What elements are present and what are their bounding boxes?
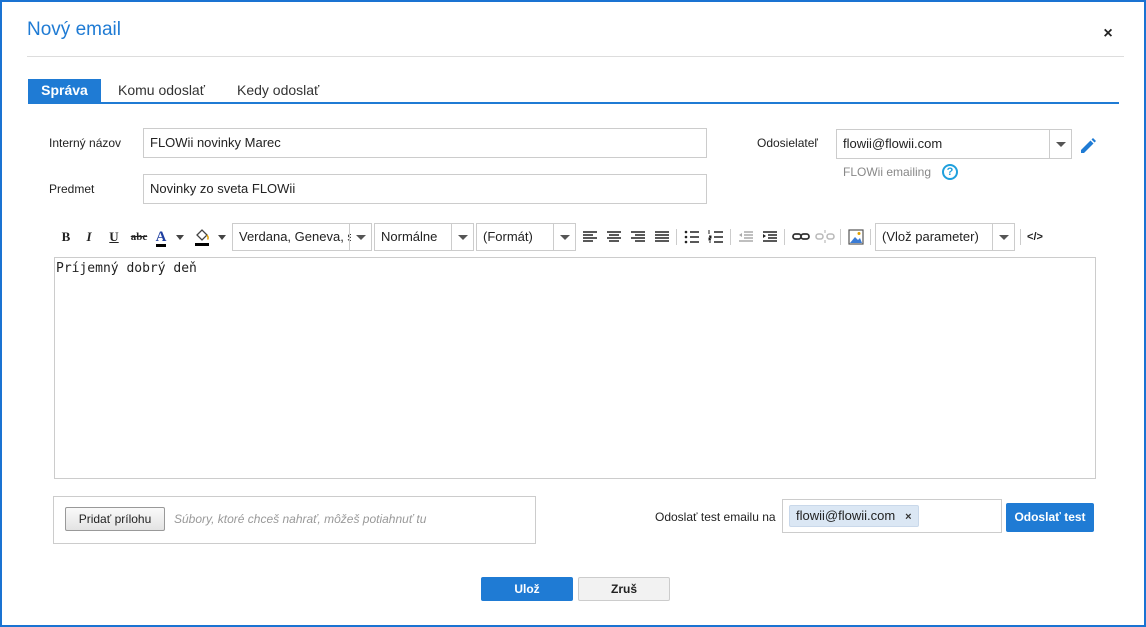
- email-body-editor[interactable]: Príjemný dobrý deň: [54, 257, 1096, 479]
- strikethrough-button[interactable]: abc: [127, 222, 151, 252]
- test-email-recipient-field[interactable]: flowii@flowii.com ×: [782, 499, 1002, 533]
- chevron-down-icon: [992, 224, 1014, 250]
- tab-komu-odoslat[interactable]: Komu odoslať: [118, 79, 218, 102]
- remove-recipient-icon[interactable]: ×: [905, 507, 911, 527]
- toolbar-divider: [730, 229, 731, 245]
- test-email-label: Odoslať test emailu na: [655, 510, 776, 524]
- tab-kedy-odoslat[interactable]: Kedy odoslať: [237, 79, 337, 102]
- dialog-title: Nový email: [27, 19, 121, 40]
- attachment-hint: Súbory, ktoré chceš nahrať, môžeš potiah…: [174, 512, 427, 526]
- add-attachment-button[interactable]: Pridať prílohu: [65, 507, 165, 531]
- image-icon[interactable]: [846, 222, 866, 252]
- chevron-down-icon: [553, 224, 575, 250]
- underline-button[interactable]: U: [104, 222, 124, 252]
- font-size-select[interactable]: Normálne: [374, 223, 474, 251]
- text-color-icon: A: [155, 229, 167, 247]
- font-family-value: Verdana, Geneva, s: [239, 229, 351, 244]
- editor-content: Príjemný dobrý deň: [56, 261, 197, 276]
- toolbar-divider: [784, 229, 785, 245]
- align-right-icon[interactable]: [628, 222, 648, 252]
- save-button[interactable]: Ulož: [481, 577, 573, 601]
- toolbar-divider: [676, 229, 677, 245]
- help-icon[interactable]: ?: [942, 164, 958, 180]
- tab-bar: Správa Komu odoslať Kedy odoslať: [28, 79, 1119, 104]
- sender-select[interactable]: flowii@flowii.com: [836, 129, 1072, 159]
- insert-parameter-value: (Vlož parameter): [882, 229, 979, 244]
- recipient-chip: flowii@flowii.com ×: [789, 505, 919, 527]
- align-center-icon[interactable]: [604, 222, 624, 252]
- source-code-button[interactable]: </>: [1024, 222, 1046, 252]
- subject-label: Predmet: [49, 182, 95, 196]
- text-color-button[interactable]: A: [152, 222, 170, 252]
- bold-button[interactable]: B: [56, 222, 76, 252]
- internal-name-input[interactable]: FLOWii novinky Marec: [143, 128, 707, 158]
- align-left-icon[interactable]: [580, 222, 600, 252]
- recipient-chip-label: flowii@flowii.com: [796, 508, 896, 523]
- attachment-dropzone[interactable]: Pridať prílohu Súbory, ktoré chceš nahra…: [53, 496, 536, 544]
- pencil-icon[interactable]: [1078, 135, 1098, 155]
- outdent-icon[interactable]: [736, 222, 756, 252]
- chevron-down-icon: [1049, 130, 1071, 158]
- sender-helper-text: FLOWii emailing: [843, 165, 932, 179]
- chevron-down-icon: [349, 224, 371, 250]
- toolbar-divider: [870, 229, 871, 245]
- title-divider: [27, 56, 1124, 57]
- insert-parameter-select[interactable]: (Vlož parameter): [875, 223, 1015, 251]
- toolbar-divider: [1020, 229, 1021, 245]
- font-family-select[interactable]: Verdana, Geneva, s: [232, 223, 372, 251]
- cancel-button[interactable]: Zruš: [578, 577, 670, 601]
- unlink-icon[interactable]: [814, 222, 836, 252]
- sender-select-value: flowii@flowii.com: [843, 136, 943, 151]
- background-color-icon[interactable]: [192, 222, 212, 252]
- format-value: (Formát): [483, 229, 533, 244]
- indent-icon[interactable]: [760, 222, 780, 252]
- close-icon[interactable]: ×: [1100, 26, 1116, 42]
- chevron-down-icon: [451, 224, 473, 250]
- italic-button[interactable]: I: [79, 222, 99, 252]
- link-icon[interactable]: [790, 222, 812, 252]
- toolbar-divider: [840, 229, 841, 245]
- tab-sprava[interactable]: Správa: [28, 79, 101, 102]
- font-size-value: Normálne: [381, 229, 438, 244]
- internal-name-label: Interný názov: [49, 136, 122, 150]
- align-justify-icon[interactable]: [652, 222, 672, 252]
- sender-label: Odosielateľ: [757, 136, 818, 150]
- send-test-button[interactable]: Odoslať test: [1006, 503, 1094, 532]
- text-color-dropdown-icon[interactable]: [174, 222, 186, 252]
- editor-toolbar: B I U abc A Verdana, Geneva, s Normálne …: [54, 222, 1096, 252]
- format-select[interactable]: (Formát): [476, 223, 576, 251]
- new-email-dialog: Nový email × Správa Komu odoslať Kedy od…: [0, 0, 1146, 627]
- subject-input[interactable]: Novinky zo sveta FLOWii: [143, 174, 707, 204]
- bulleted-list-icon[interactable]: [682, 222, 702, 252]
- background-color-dropdown-icon[interactable]: [216, 222, 228, 252]
- numbered-list-icon[interactable]: [706, 222, 726, 252]
